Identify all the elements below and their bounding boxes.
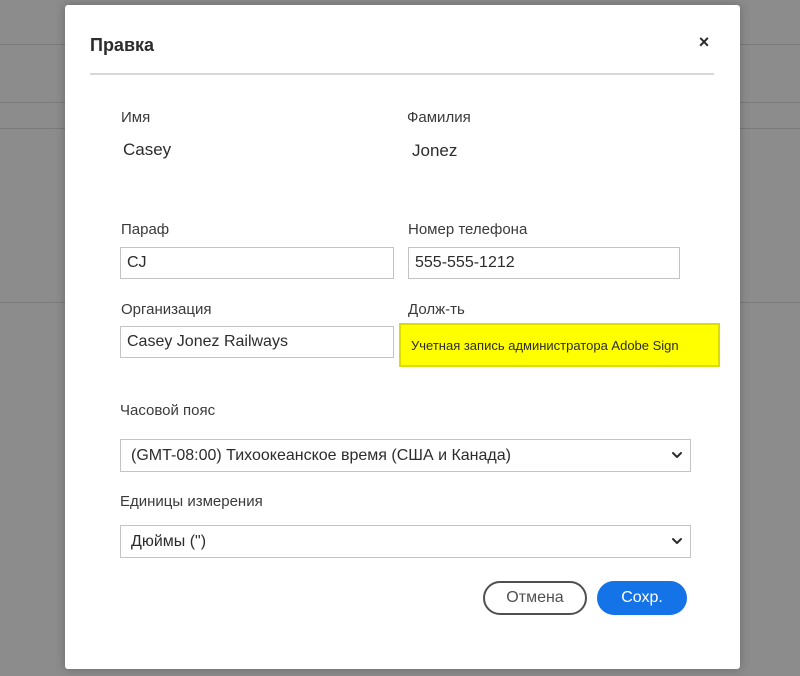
close-icon[interactable]: × bbox=[692, 30, 716, 54]
first-name-label: Имя bbox=[121, 109, 151, 126]
units-select[interactable]: Дюймы (") bbox=[120, 525, 691, 558]
company-input[interactable] bbox=[120, 326, 394, 358]
last-name-label: Фамилия bbox=[407, 109, 471, 126]
timezone-label: Часовой пояс bbox=[120, 402, 216, 419]
cancel-button[interactable]: Отмена bbox=[483, 581, 587, 615]
job-title-label: Долж-ть bbox=[408, 301, 465, 318]
edit-dialog: Правка × Имя Casey Фамилия Jonez Параф Н… bbox=[65, 5, 740, 669]
phone-label: Номер телефона bbox=[408, 221, 528, 238]
initials-label: Параф bbox=[121, 221, 170, 238]
phone-input[interactable] bbox=[408, 247, 680, 279]
initials-input[interactable] bbox=[120, 247, 394, 279]
timezone-select[interactable]: (GMT-08:00) Тихоокеанское время (США и К… bbox=[120, 439, 691, 472]
first-name-value: Casey bbox=[123, 140, 172, 159]
save-button[interactable]: Сохр. bbox=[597, 581, 687, 615]
units-selected-value: Дюймы (") bbox=[131, 532, 207, 550]
job-title-field[interactable]: Учетная запись администратора Adobe Sign bbox=[399, 323, 720, 367]
dialog-title: Правка bbox=[90, 35, 155, 55]
chevron-down-icon bbox=[672, 538, 682, 544]
title-divider bbox=[90, 73, 714, 75]
timezone-selected-value: (GMT-08:00) Тихоокеанское время (США и К… bbox=[131, 446, 511, 464]
chevron-down-icon bbox=[672, 452, 682, 458]
last-name-value: Jonez bbox=[412, 141, 458, 160]
company-label: Организация bbox=[121, 301, 212, 318]
units-label: Единицы измерения bbox=[120, 493, 263, 510]
